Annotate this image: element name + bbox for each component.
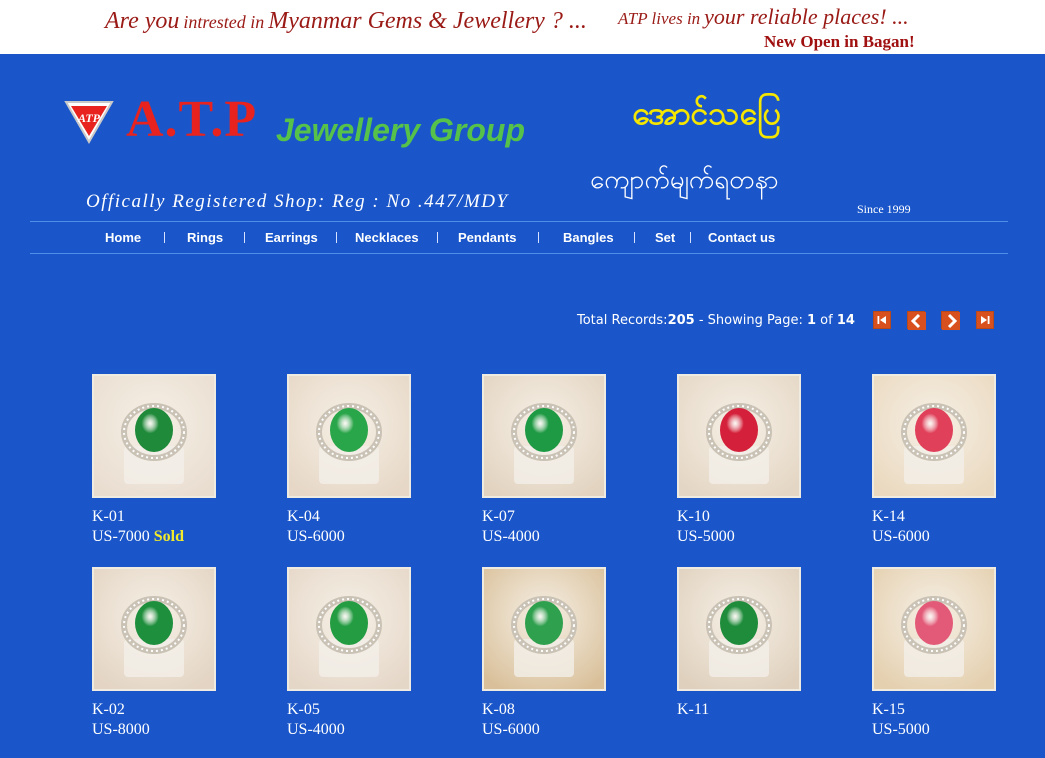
product-price: US-6000 xyxy=(482,721,540,739)
brand-subtitle: Jewellery Group xyxy=(276,112,525,148)
nav-bangles[interactable]: Bangles xyxy=(563,230,614,245)
of-label: of xyxy=(820,313,833,328)
product-price-value: US-7000 xyxy=(92,528,150,545)
atp-logo-icon[interactable]: ATP xyxy=(64,98,114,145)
product-image[interactable] xyxy=(872,567,996,691)
next-page-icon[interactable] xyxy=(941,311,960,330)
product-image[interactable] xyxy=(482,374,606,498)
total-pages: 14 xyxy=(836,313,855,328)
logo-text: ATP xyxy=(77,111,101,125)
product-price-value: US-8000 xyxy=(92,721,150,738)
nav-rings[interactable]: Rings xyxy=(187,230,223,245)
nav-separator xyxy=(634,232,635,243)
main-nav: Home Rings Earrings Necklaces Pendants B… xyxy=(30,221,1008,254)
nav-separator xyxy=(538,232,539,243)
product-price: US-7000 Sold xyxy=(92,528,184,546)
product-price: US-8000 xyxy=(92,721,150,739)
banner-text-d: ATP lives in xyxy=(618,9,701,28)
product-code: K-05 xyxy=(287,701,320,718)
top-banner: Are you intrested in Myanmar Gems & Jewe… xyxy=(0,0,1045,54)
total-records-value: 205 xyxy=(667,313,695,328)
product-code: K-10 xyxy=(677,508,710,525)
nav-home[interactable]: Home xyxy=(105,230,141,245)
total-records-label: Total Records: xyxy=(577,313,668,328)
showing-page-label: - Showing Page: xyxy=(698,313,803,328)
banner-line-2: ATP lives in your reliable places! ... xyxy=(618,4,909,30)
product-price: US-6000 xyxy=(287,528,345,546)
product-code: K-07 xyxy=(482,508,515,525)
registration-text: Offically Registered Shop: Reg : No .447… xyxy=(86,191,509,212)
product-price-value: US-5000 xyxy=(872,721,930,738)
product-price: US-5000 xyxy=(872,721,930,739)
product-image[interactable] xyxy=(872,374,996,498)
product-price: US-6000 xyxy=(872,528,930,546)
product-code: K-01 xyxy=(92,508,125,525)
product-price-value: US-4000 xyxy=(287,721,345,738)
nav-set[interactable]: Set xyxy=(655,230,675,245)
product-image[interactable] xyxy=(287,374,411,498)
banner-line-3: New Open in Bagan! xyxy=(764,32,915,51)
product-image[interactable] xyxy=(677,374,801,498)
banner-text-a: Are you xyxy=(105,8,180,34)
product-price: US-4000 xyxy=(482,528,540,546)
nav-contact-us[interactable]: Contact us xyxy=(708,230,775,245)
last-page-icon[interactable] xyxy=(976,311,994,329)
nav-pendants[interactable]: Pendants xyxy=(458,230,517,245)
product-image[interactable] xyxy=(92,567,216,691)
nav-earrings[interactable]: Earrings xyxy=(265,230,318,245)
product-code: K-14 xyxy=(872,508,905,525)
product-image[interactable] xyxy=(287,567,411,691)
product-price-value: US-5000 xyxy=(677,528,735,545)
current-page: 1 xyxy=(806,313,817,328)
product-image[interactable] xyxy=(482,567,606,691)
nav-separator xyxy=(437,232,438,243)
first-page-icon[interactable] xyxy=(873,311,891,329)
product-price: US-5000 xyxy=(677,528,735,546)
product-price-value: US-4000 xyxy=(482,528,540,545)
sold-badge: Sold xyxy=(153,528,185,545)
nav-separator xyxy=(164,232,165,243)
product-image[interactable] xyxy=(677,567,801,691)
myanmar-subtitle: ကျောက်မျက်ရတနာ xyxy=(590,165,779,195)
product-image[interactable] xyxy=(92,374,216,498)
product-code: K-04 xyxy=(287,508,320,525)
product-price-value: US-6000 xyxy=(482,721,540,738)
product-price: US-4000 xyxy=(287,721,345,739)
banner-text-c: Myanmar Gems & Jewellery ? ... xyxy=(268,8,587,34)
myanmar-title: အောင်သပြေ xyxy=(632,94,781,132)
product-price-value: US-6000 xyxy=(287,528,345,545)
nav-separator xyxy=(690,232,691,243)
previous-page-icon[interactable] xyxy=(907,311,926,330)
banner-text-b: intrested in xyxy=(183,12,265,32)
banner-text-e: your reliable places! ... xyxy=(704,4,909,29)
banner-line-1: Are you intrested in Myanmar Gems & Jewe… xyxy=(105,8,587,35)
nav-separator xyxy=(244,232,245,243)
product-code: K-11 xyxy=(677,701,710,718)
product-code: K-02 xyxy=(92,701,125,718)
since-text: Since 1999 xyxy=(857,202,911,216)
nav-separator xyxy=(336,232,337,243)
brand-name: A.T.P xyxy=(126,91,258,148)
product-price-value: US-6000 xyxy=(872,528,930,545)
product-code: K-15 xyxy=(872,701,905,718)
nav-necklaces[interactable]: Necklaces xyxy=(355,230,419,245)
product-code: K-08 xyxy=(482,701,515,718)
pager-info: Total Records:205 - Showing Page: 1 of 1… xyxy=(577,313,855,328)
